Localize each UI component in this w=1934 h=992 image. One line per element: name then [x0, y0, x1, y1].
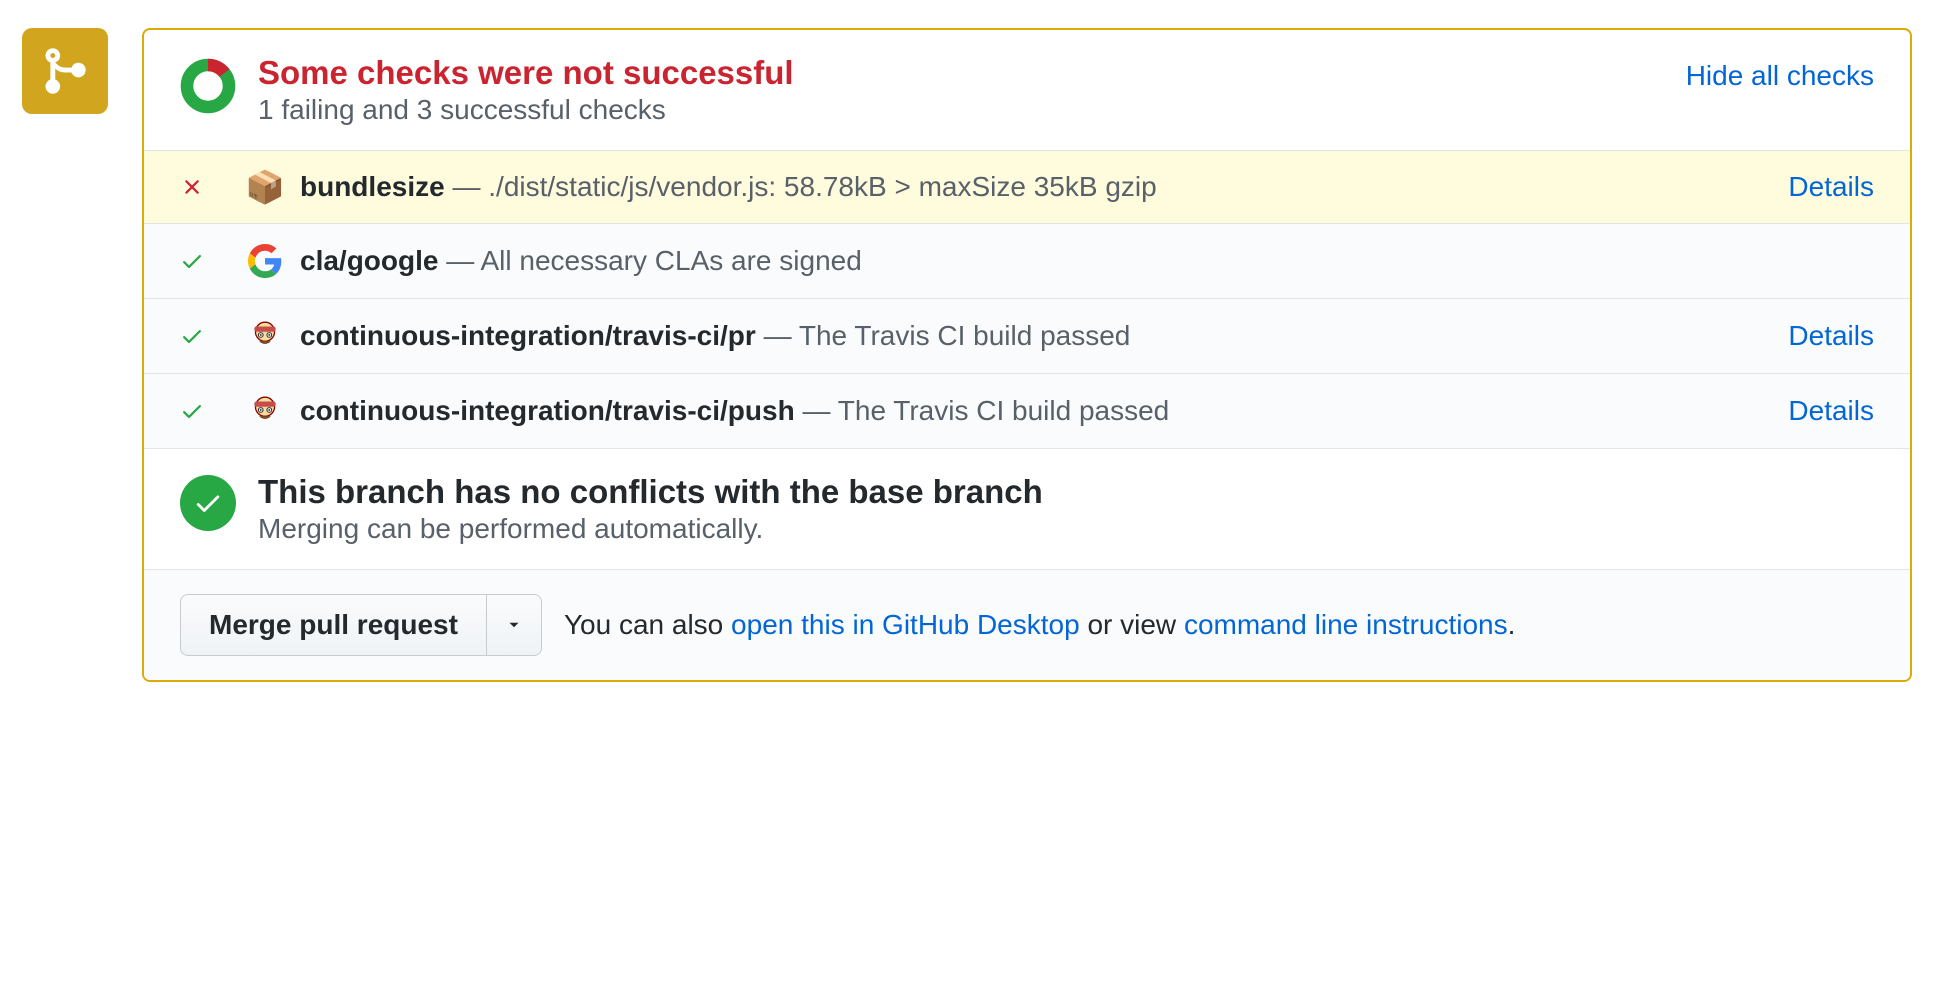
check-icon [180, 249, 204, 273]
travis-icon [248, 394, 282, 428]
merge-badge [22, 28, 108, 114]
check-name: continuous-integration/travis-ci/pr [300, 320, 756, 351]
check-text: cla/google — All necessary CLAs are sign… [300, 245, 1874, 277]
check-desc: ./dist/static/js/vendor.js: 58.78kB > ma… [488, 171, 1156, 202]
merge-footer: Merge pull request You can also open thi… [144, 570, 1910, 680]
command-line-instructions-link[interactable]: command line instructions [1184, 609, 1508, 640]
caret-down-icon [505, 616, 523, 634]
check-row: continuous-integration/travis-ci/pr — Th… [144, 299, 1910, 374]
check-name: bundlesize [300, 171, 445, 202]
check-name: continuous-integration/travis-ci/push [300, 395, 795, 426]
check-details-link[interactable]: Details [1788, 320, 1874, 352]
check-icon [180, 324, 204, 348]
check-text: continuous-integration/travis-ci/push — … [300, 395, 1768, 427]
merge-pull-request-button[interactable]: Merge pull request [180, 594, 486, 656]
merge-footer-text: You can also open this in GitHub Desktop… [564, 609, 1515, 641]
check-row: cla/google — All necessary CLAs are sign… [144, 224, 1910, 299]
check-desc: The Travis CI build passed [838, 395, 1170, 426]
status-donut-icon [180, 58, 236, 114]
check-row: continuous-integration/travis-ci/push — … [144, 374, 1910, 449]
checks-title: Some checks were not successful [258, 54, 1666, 92]
check-row: 📦 bundlesize — ./dist/static/js/vendor.js… [144, 151, 1910, 224]
x-icon [180, 175, 204, 199]
git-merge-icon [39, 45, 91, 97]
travis-icon [248, 319, 282, 353]
checks-subtitle: 1 failing and 3 successful checks [258, 94, 1666, 126]
check-details-link[interactable]: Details [1788, 395, 1874, 427]
check-desc: The Travis CI build passed [799, 320, 1131, 351]
check-text: continuous-integration/travis-ci/pr — Th… [300, 320, 1768, 352]
package-icon: 📦 [245, 171, 285, 203]
check-text: bundlesize — ./dist/static/js/vendor.js:… [300, 171, 1768, 203]
merge-status-subtitle: Merging can be performed automatically. [258, 513, 1043, 545]
open-github-desktop-link[interactable]: open this in GitHub Desktop [731, 609, 1080, 640]
merge-status-title: This branch has no conflicts with the ba… [258, 473, 1043, 511]
success-circle-icon [180, 475, 236, 531]
google-icon [248, 244, 282, 278]
check-desc: All necessary CLAs are signed [480, 245, 861, 276]
hide-all-checks-link[interactable]: Hide all checks [1686, 60, 1874, 92]
check-icon [180, 399, 204, 423]
checks-panel: Some checks were not successful 1 failin… [142, 28, 1912, 682]
merge-status-section: This branch has no conflicts with the ba… [144, 449, 1910, 570]
check-name: cla/google [300, 245, 438, 276]
checks-header: Some checks were not successful 1 failin… [144, 30, 1910, 151]
merge-dropdown-button[interactable] [486, 594, 542, 656]
check-details-link[interactable]: Details [1788, 171, 1874, 203]
